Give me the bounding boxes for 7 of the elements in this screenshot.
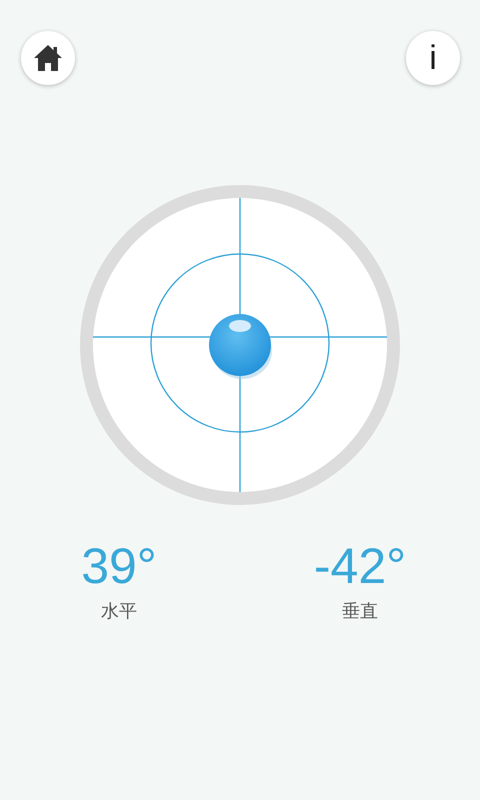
angle-reading: -42° [314, 541, 406, 591]
axis-label: 水平 [101, 600, 137, 623]
home-icon [33, 44, 63, 72]
home-button[interactable] [21, 31, 75, 85]
axis-label: 垂直 [342, 600, 378, 623]
info-button[interactable]: i [406, 31, 460, 85]
angle-reading: 39° [81, 541, 157, 591]
